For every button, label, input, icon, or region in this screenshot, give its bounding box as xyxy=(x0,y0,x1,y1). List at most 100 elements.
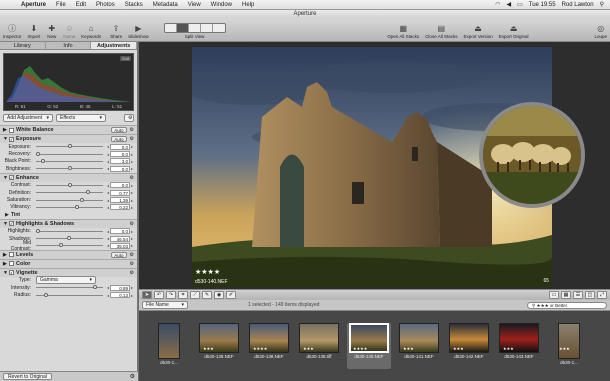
redeye-icon[interactable]: ◉ xyxy=(214,291,224,299)
thumbnail[interactable]: d530-1... xyxy=(147,323,191,369)
battery-icon[interactable]: ▭ xyxy=(517,1,523,8)
new-button[interactable]: ✚ New xyxy=(46,23,57,40)
add-adjustment-popup[interactable]: Add Adjustment ▾ xyxy=(3,114,53,122)
view-viewer-button[interactable] xyxy=(189,24,201,32)
gear-icon[interactable]: ⚙ xyxy=(130,221,134,227)
view-browser-button[interactable] xyxy=(165,24,177,32)
close-all-stacks-button[interactable]: ▤ Close All Stacks xyxy=(425,23,457,40)
rotate-right-icon[interactable]: ↷ xyxy=(166,291,176,299)
gear-icon[interactable]: ⚙ xyxy=(130,127,134,133)
vignette-checkbox[interactable]: ✓ xyxy=(9,270,14,276)
export-original-button[interactable]: ⏏ Export Original xyxy=(499,23,529,40)
adjustment-action-button[interactable]: ⚙ xyxy=(124,114,134,122)
slider-knob[interactable] xyxy=(68,166,73,171)
view-map-button[interactable] xyxy=(213,24,225,32)
mid-contrast-value[interactable]: 35.03 xyxy=(110,242,130,249)
white-balance-checkbox[interactable] xyxy=(9,127,14,133)
highlights-value[interactable]: 0.0 xyxy=(110,228,130,235)
saturation-slider[interactable] xyxy=(36,197,103,202)
intensity-value[interactable]: 0.89 xyxy=(110,284,130,291)
highlights-shadows-checkbox[interactable]: ✓ xyxy=(9,221,14,227)
menu-app[interactable]: Aperture xyxy=(16,2,51,8)
black-point-value[interactable]: 3.0 xyxy=(110,158,130,165)
menu-view[interactable]: View xyxy=(183,2,206,8)
thumbnail[interactable]: ★★★ d530-138.NEF xyxy=(197,323,241,369)
menu-metadata[interactable]: Metadata xyxy=(148,2,183,8)
stepper-right-icon[interactable]: ▸ xyxy=(130,190,134,195)
menu-photos[interactable]: Photos xyxy=(91,2,120,8)
slider-knob[interactable] xyxy=(44,292,49,297)
black-point-slider[interactable] xyxy=(36,158,103,163)
thumbnail[interactable]: ★★★ d530-1... xyxy=(547,323,591,369)
stepper-right-icon[interactable]: ▸ xyxy=(130,198,134,203)
select-tool-icon[interactable]: ➤ xyxy=(142,291,152,299)
wifi-icon[interactable]: ◠ xyxy=(495,1,500,8)
stepper-right-icon[interactable]: ▸ xyxy=(130,152,134,157)
radius-value[interactable]: 0.13 xyxy=(110,292,130,299)
stepper-right-icon[interactable]: ▸ xyxy=(130,144,134,149)
brightness-value[interactable]: 0.0 xyxy=(110,165,130,172)
compare-icon[interactable]: ◫ xyxy=(585,291,595,299)
open-all-stacks-button[interactable]: ▦ Open All Stacks xyxy=(387,23,419,40)
lift-stamp-icon[interactable]: ✎ xyxy=(202,291,212,299)
levels-checkbox[interactable] xyxy=(9,252,14,258)
slider-knob[interactable] xyxy=(36,151,40,156)
white-balance-auto-button[interactable]: Auto xyxy=(111,127,127,133)
thumbnail-selected[interactable]: ★★★★ d530-140.NEF xyxy=(347,323,391,369)
gear-icon[interactable]: ⚙ xyxy=(130,175,134,181)
intensity-slider[interactable] xyxy=(36,285,103,290)
clock[interactable]: Tue 19:55 xyxy=(529,2,556,8)
menu-window[interactable]: Window xyxy=(206,2,237,8)
export-version-button[interactable]: ⏏ Export Version xyxy=(463,23,492,40)
rotate-left-icon[interactable]: ↶ xyxy=(154,291,164,299)
color-checkbox[interactable] xyxy=(9,261,14,267)
stepper-right-icon[interactable]: ▸ xyxy=(130,285,134,290)
share-button[interactable]: ⇪ Share xyxy=(110,23,122,40)
contrast-value[interactable]: 0.0 xyxy=(110,182,130,189)
gear-icon[interactable]: ⚙ xyxy=(130,261,134,267)
mid-contrast-slider[interactable] xyxy=(36,243,103,248)
stepper-right-icon[interactable]: ▸ xyxy=(130,159,134,164)
spotlight-icon[interactable]: ⚲ xyxy=(600,1,604,8)
gear-icon[interactable]: ⚙ xyxy=(130,136,134,142)
loupe-button[interactable]: ◎ Loupe xyxy=(594,23,607,40)
gear-icon[interactable]: ⚙ xyxy=(130,373,135,380)
fullscreen-icon[interactable]: ⤢ xyxy=(597,291,607,299)
exposure-value[interactable]: 0.0 xyxy=(110,143,130,150)
recovery-value[interactable]: 0.0 xyxy=(110,151,130,158)
name-button[interactable]: ☺ Name xyxy=(63,23,75,40)
slider-knob[interactable] xyxy=(41,158,46,163)
stepper-right-icon[interactable]: ▸ xyxy=(130,229,134,234)
import-button[interactable]: ⬇ Import xyxy=(28,23,41,40)
thumbnail[interactable]: ★★★ d530-141.NEF xyxy=(397,323,441,369)
filter-search[interactable]: ⚲ ★★★ or Better xyxy=(527,301,607,309)
stepper-right-icon[interactable]: ▸ xyxy=(130,243,134,248)
view-mode-filmstrip-icon[interactable]: ▭ xyxy=(549,291,559,299)
thumbnail[interactable]: ★★★★ d530-138.NEF xyxy=(247,323,291,369)
slider-knob[interactable] xyxy=(74,204,79,209)
vibrancy-slider[interactable] xyxy=(36,204,103,209)
stepper-right-icon[interactable]: ▸ xyxy=(130,236,134,241)
saturation-value[interactable]: 1.39 xyxy=(110,197,130,204)
thumbnail[interactable]: ★★★ d530-142.NEF xyxy=(447,323,491,369)
contrast-slider[interactable] xyxy=(36,182,103,187)
brightness-slider[interactable] xyxy=(36,166,103,171)
gear-icon[interactable]: ⚙ xyxy=(130,252,134,258)
volume-icon[interactable]: ◀ xyxy=(506,1,511,8)
thumbnail[interactable]: ★★★ d530-143.NEF xyxy=(497,323,541,369)
view-split-button[interactable] xyxy=(176,24,189,32)
stepper-right-icon[interactable]: ▸ xyxy=(130,293,134,298)
menu-help[interactable]: Help xyxy=(237,2,259,8)
slider-knob[interactable] xyxy=(59,243,64,248)
view-fullscreen-button[interactable] xyxy=(201,24,213,32)
view-mode-grid-icon[interactable]: ▦ xyxy=(561,291,571,299)
highlights-slider[interactable] xyxy=(36,228,103,233)
shadows-slider[interactable] xyxy=(36,236,103,241)
exposure-checkbox[interactable]: ✓ xyxy=(9,136,14,142)
brush-icon[interactable]: ✐ xyxy=(226,291,236,299)
slider-knob[interactable] xyxy=(66,236,71,241)
menu-stacks[interactable]: Stacks xyxy=(120,2,148,8)
gear-icon[interactable]: ⚙ xyxy=(130,270,134,276)
menu-edit[interactable]: Edit xyxy=(71,2,91,8)
straighten-icon[interactable]: ⟋ xyxy=(190,291,200,299)
